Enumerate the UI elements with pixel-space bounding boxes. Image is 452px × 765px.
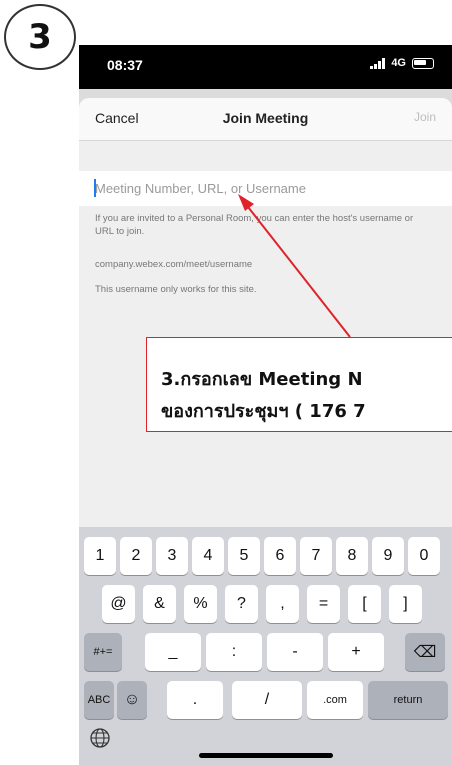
- key-hyphen[interactable]: -: [267, 633, 323, 671]
- status-time: 08:37: [107, 57, 143, 73]
- key-percent[interactable]: %: [184, 585, 217, 623]
- key-colon[interactable]: :: [206, 633, 262, 671]
- key-equals[interactable]: =: [307, 585, 340, 623]
- globe-icon[interactable]: [89, 727, 111, 749]
- key-3[interactable]: 3: [156, 537, 188, 575]
- emoji-key[interactable]: ☺: [117, 681, 147, 719]
- key-4[interactable]: 4: [192, 537, 224, 575]
- callout-line-2: ของการประชุมฯ ( 176 7: [161, 401, 366, 422]
- return-key[interactable]: return: [368, 681, 448, 719]
- signal-icon: [370, 57, 386, 69]
- status-bar: 08:37 4G: [79, 45, 452, 89]
- key-comma[interactable]: ,: [266, 585, 299, 623]
- key-0[interactable]: 0: [408, 537, 440, 575]
- abc-key[interactable]: ABC: [84, 681, 114, 719]
- url-example-text: company.webex.com/meet/username: [95, 259, 253, 270]
- callout-line-1: 3.กรอกเลข Meeting N: [161, 369, 363, 390]
- network-label: 4G: [391, 57, 406, 69]
- battery-icon: [412, 57, 434, 69]
- status-indicators: 4G: [370, 57, 434, 69]
- key-1[interactable]: 1: [84, 537, 116, 575]
- meeting-number-input[interactable]: [95, 177, 430, 199]
- site-note-text: This username only works for this site.: [95, 284, 257, 295]
- keyboard: 1 2 3 4 5 6 7 8 9 0 @ & % ? , = [ ] #+= …: [79, 527, 452, 765]
- key-bracket-right[interactable]: ]: [389, 585, 422, 623]
- key-9[interactable]: 9: [372, 537, 404, 575]
- key-ampersand[interactable]: &: [143, 585, 176, 623]
- key-plus[interactable]: +: [328, 633, 384, 671]
- join-button[interactable]: Join: [414, 110, 436, 124]
- meeting-input-row: [79, 171, 452, 206]
- join-meeting-nav-bar: Cancel Join Meeting Join: [79, 98, 452, 141]
- key-question[interactable]: ?: [225, 585, 258, 623]
- key-at[interactable]: @: [102, 585, 135, 623]
- key-5[interactable]: 5: [228, 537, 260, 575]
- personal-room-help-text: If you are invited to a Personal Room, y…: [95, 213, 414, 237]
- key-slash[interactable]: /: [232, 681, 302, 719]
- dotcom-key[interactable]: .com: [307, 681, 363, 719]
- key-8[interactable]: 8: [336, 537, 368, 575]
- key-2[interactable]: 2: [120, 537, 152, 575]
- key-6[interactable]: 6: [264, 537, 296, 575]
- key-7[interactable]: 7: [300, 537, 332, 575]
- key-bracket-left[interactable]: [: [348, 585, 381, 623]
- instruction-callout: 3.กรอกเลข Meeting N ของการประชุมฯ ( 176 …: [146, 337, 452, 432]
- home-indicator: [199, 753, 333, 758]
- page-title: Join Meeting: [222, 110, 309, 126]
- delete-key[interactable]: ⌫: [405, 633, 445, 671]
- key-period[interactable]: .: [167, 681, 223, 719]
- step-number-badge: 3: [4, 4, 76, 70]
- symbols-shift-key[interactable]: #+=: [84, 633, 122, 671]
- cancel-button[interactable]: Cancel: [95, 110, 139, 126]
- key-underscore[interactable]: _: [145, 633, 201, 671]
